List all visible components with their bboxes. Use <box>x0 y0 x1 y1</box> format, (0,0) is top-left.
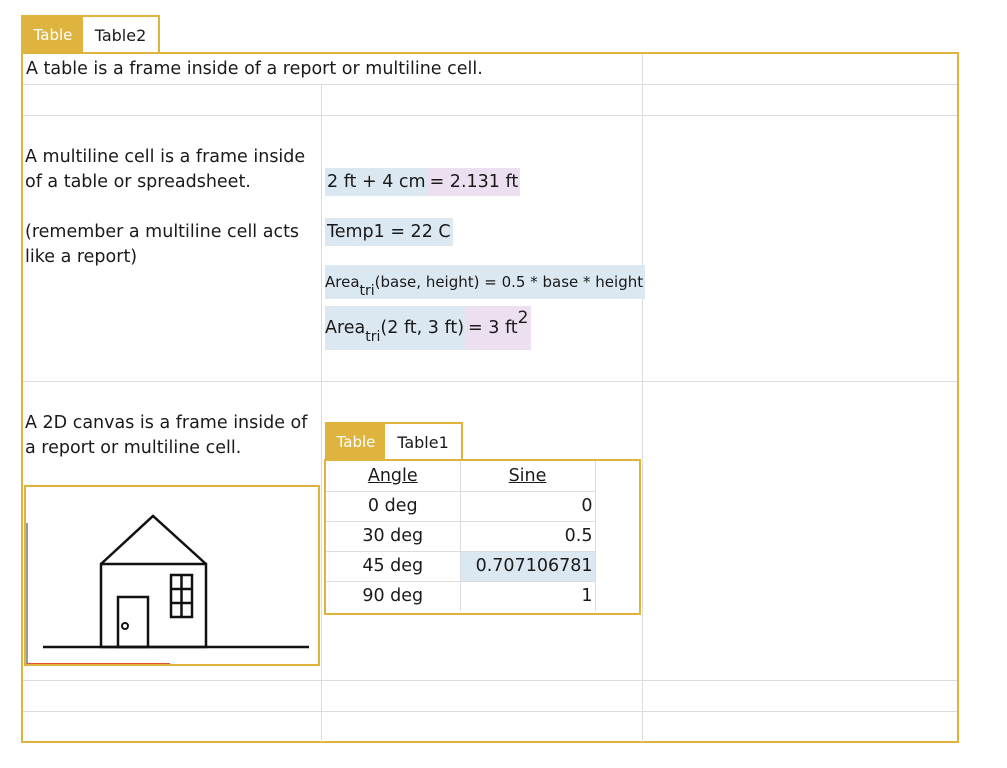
table1-frame[interactable]: Angle Sine 0 deg 0 30 deg 0.5 45 deg 0.7… <box>324 459 641 615</box>
angle-cell[interactable]: 90 deg <box>326 581 461 611</box>
sine-cell[interactable]: 0 <box>460 491 596 522</box>
area-function-definition[interactable]: Areatri(base, height) = 0.5 * base * hei… <box>325 265 646 299</box>
function-subscript: tri <box>359 283 375 299</box>
house-roof <box>100 514 207 565</box>
table2-tab[interactable]: Table Table2 <box>21 15 160 53</box>
angle-cell[interactable]: 45 deg <box>326 551 461 582</box>
canvas-description-text[interactable]: A 2D canvas is a frame inside of a repor… <box>25 411 317 461</box>
table-description-text[interactable]: A table is a frame inside of a report or… <box>26 57 483 82</box>
calc-input[interactable]: 2 ft + 4 cm <box>325 168 428 196</box>
function-args: (2 ft, 3 ft) <box>380 318 465 338</box>
canvas-2d-frame[interactable] <box>24 485 320 666</box>
function-name: Area <box>325 318 366 338</box>
multiline-description-text[interactable]: A multiline cell is a frame inside of a … <box>25 145 317 195</box>
table-type-label: Table <box>327 424 385 460</box>
angle-cell[interactable]: 0 deg <box>326 491 461 522</box>
grid-line <box>23 381 957 382</box>
multiline-note-text[interactable]: (remember a multiline cell acts like a r… <box>25 220 317 270</box>
grid-line <box>23 84 957 85</box>
function-body: = 0.5 * base * height <box>484 273 644 291</box>
result-exponent: 2 <box>517 308 529 328</box>
function-args: (base, height) <box>374 273 480 291</box>
door-knob <box>121 622 129 630</box>
table-name-label: Table1 <box>397 432 449 452</box>
calc-result: = 3 ft2 <box>466 306 531 350</box>
calc-input[interactable]: Areatri(base, height) = 0.5 * base * hei… <box>325 265 646 299</box>
house-door <box>116 595 150 649</box>
function-subscript: tri <box>365 329 381 345</box>
area-function-call[interactable]: Areatri(2 ft, 3 ft) = 3 ft2 <box>325 306 531 350</box>
calc-result: = 2.131 ft <box>427 168 521 196</box>
result-value: = 3 ft <box>468 318 518 338</box>
header-angle[interactable]: Angle <box>326 461 461 492</box>
table1-tab[interactable]: Table Table1 <box>325 422 463 460</box>
table-row: 30 deg 0.5 <box>326 521 596 552</box>
table-header-row: Angle Sine <box>326 461 596 492</box>
angle-cell[interactable]: 30 deg <box>326 521 461 552</box>
sine-cell[interactable]: 0.5 <box>460 521 596 552</box>
grid-line <box>23 680 957 681</box>
table-row: 45 deg 0.707106781 <box>326 551 596 582</box>
table-type-label: Table <box>23 17 83 53</box>
function-name: Area <box>325 273 360 291</box>
unit-calculation[interactable]: 2 ft + 4 cm = 2.131 ft <box>325 168 521 196</box>
table-name-label: Table2 <box>94 25 147 45</box>
temp-assignment[interactable]: Temp1 = 22 C <box>325 218 453 246</box>
grid-line <box>23 115 957 116</box>
sine-cell[interactable]: 1 <box>460 581 596 611</box>
house-drawing <box>26 514 309 664</box>
grid-line <box>23 711 957 712</box>
table-row: 90 deg 1 <box>326 581 596 611</box>
calc-input[interactable]: Areatri(2 ft, 3 ft) <box>325 306 467 350</box>
grid-line <box>321 84 322 742</box>
grid-line <box>642 54 643 742</box>
header-sine[interactable]: Sine <box>460 461 596 492</box>
table-row: 0 deg 0 <box>326 491 596 522</box>
sine-table: Angle Sine 0 deg 0 30 deg 0.5 45 deg 0.7… <box>326 461 596 611</box>
calc-input[interactable]: Temp1 = 22 C <box>325 218 453 246</box>
sine-cell-selected[interactable]: 0.707106781 <box>460 551 596 582</box>
